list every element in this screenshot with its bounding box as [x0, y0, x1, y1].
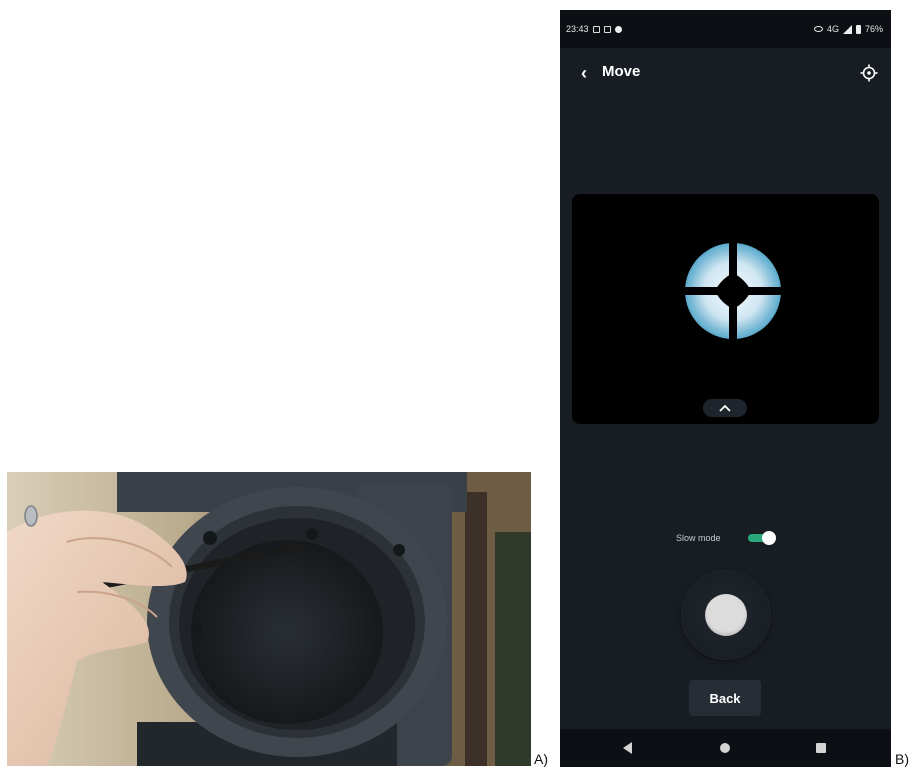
nav-back-icon[interactable]: [623, 742, 632, 754]
back-button[interactable]: Back: [689, 680, 761, 716]
chevron-up-icon: [719, 404, 731, 412]
slow-mode-toggle[interactable]: [748, 531, 776, 545]
app-bar: ‹ Move: [560, 56, 891, 92]
joystick-knob[interactable]: [705, 594, 747, 636]
nav-home-icon[interactable]: [720, 743, 730, 753]
slow-mode-row: Slow mode: [560, 528, 891, 548]
instagram-icon: [592, 25, 600, 33]
toggle-knob: [762, 531, 776, 545]
phone-screen: 23:43 4G 76% ‹ Move Slow mode Back: [560, 10, 891, 767]
notification-icon: [603, 25, 611, 33]
battery-icon: [855, 24, 861, 34]
back-arrow-icon[interactable]: ‹: [575, 62, 593, 84]
collapse-preview-button[interactable]: [703, 399, 747, 417]
panel-label-a: A): [534, 751, 548, 767]
photo-illustration: [7, 472, 531, 766]
device-photo: [7, 472, 531, 766]
beam-projection-image: [681, 239, 785, 343]
eye-icon: [813, 26, 823, 32]
status-bar: 23:43 4G 76%: [560, 10, 891, 48]
beam-preview: [572, 194, 879, 424]
crosshair-target-icon[interactable]: [860, 64, 878, 82]
system-nav-bar: [560, 729, 891, 767]
slow-mode-label: Slow mode: [676, 533, 721, 543]
panel-label-b: B): [895, 751, 909, 767]
nav-recents-icon[interactable]: [816, 743, 826, 753]
status-time: 23:43: [566, 24, 589, 34]
battery-level: 76%: [864, 24, 883, 34]
joystick-pad[interactable]: [682, 571, 770, 659]
signal-icon: [842, 24, 852, 34]
network-type: 4G: [826, 24, 839, 34]
page-title: Move: [602, 63, 641, 80]
dot-indicator-icon: [614, 25, 622, 33]
